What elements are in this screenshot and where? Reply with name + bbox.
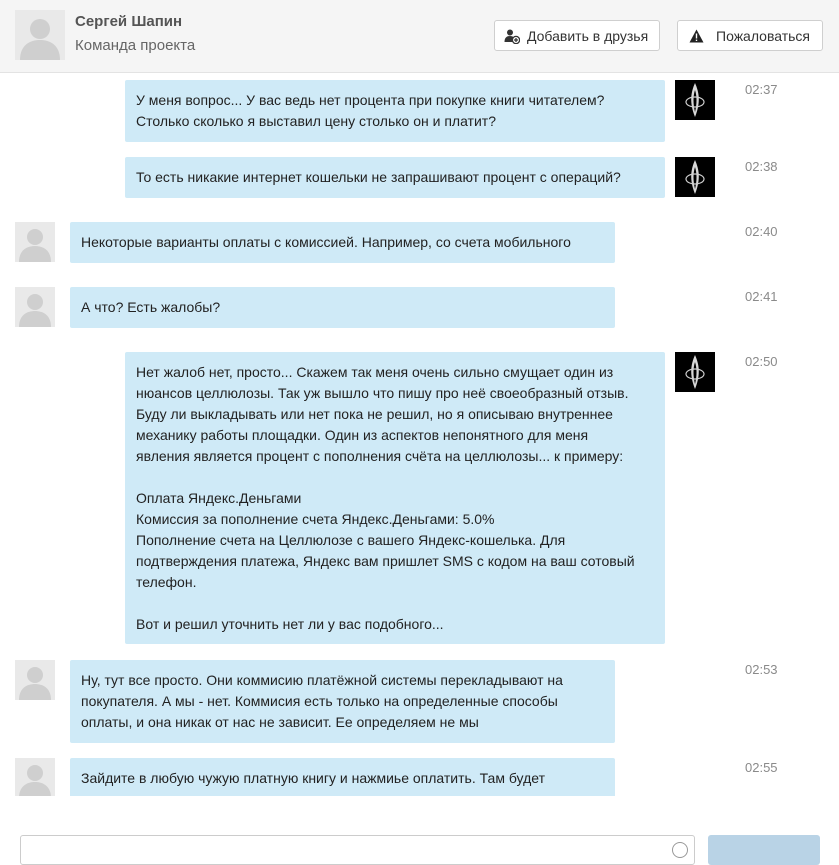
contact-avatar-small[interactable] <box>15 287 55 327</box>
contact-name[interactable]: Сергей Шапин <box>75 13 182 30</box>
emoji-icon[interactable] <box>672 842 688 858</box>
message-time: 02:37 <box>745 82 778 97</box>
report-label: Пожаловаться <box>716 27 811 44</box>
contact-subtitle: Команда проекта <box>75 37 196 54</box>
report-button[interactable]: Пожаловаться <box>677 20 823 51</box>
my-avatar[interactable] <box>675 352 715 392</box>
message-time: 02:53 <box>745 662 778 677</box>
message-time: 02:40 <box>745 224 778 239</box>
message-input[interactable] <box>20 835 695 865</box>
message-bubble-incoming: Ну, тут все просто. Они коммисию платёжн… <box>70 660 615 743</box>
message-bubble-incoming: Зайдите в любую чужую платную книгу и на… <box>70 758 615 796</box>
message-bubble-outgoing: У меня вопрос... У вас ведь нет процента… <box>125 80 665 142</box>
message-bubble-incoming: Некоторые варианты оплаты с комиссией. Н… <box>70 222 615 263</box>
contact-avatar-small[interactable] <box>15 660 55 700</box>
send-button[interactable] <box>708 835 820 865</box>
user-plus-icon <box>504 28 520 44</box>
message-time: 02:55 <box>745 760 778 775</box>
my-avatar[interactable] <box>675 80 715 120</box>
message-time: 02:50 <box>745 354 778 369</box>
my-avatar[interactable] <box>675 157 715 197</box>
warning-icon <box>689 29 704 43</box>
contact-avatar-small[interactable] <box>15 758 55 796</box>
message-bubble-outgoing: То есть никакие интернет кошельки не зап… <box>125 157 665 198</box>
message-list[interactable]: У меня вопрос... У вас ведь нет процента… <box>0 74 839 796</box>
message-bubble-incoming: А что? Есть жалобы? <box>70 287 615 328</box>
dialog-header: Сергей Шапин Команда проекта Добавить в … <box>0 0 839 73</box>
contact-avatar[interactable] <box>15 10 65 60</box>
message-time: 02:41 <box>745 289 778 304</box>
add-friend-button[interactable]: Добавить в друзья <box>494 20 660 51</box>
message-time: 02:38 <box>745 159 778 174</box>
message-bubble-outgoing: Нет жалоб нет, просто... Скажем так меня… <box>125 352 665 644</box>
add-friend-label: Добавить в друзья <box>527 27 649 44</box>
contact-avatar-small[interactable] <box>15 222 55 262</box>
